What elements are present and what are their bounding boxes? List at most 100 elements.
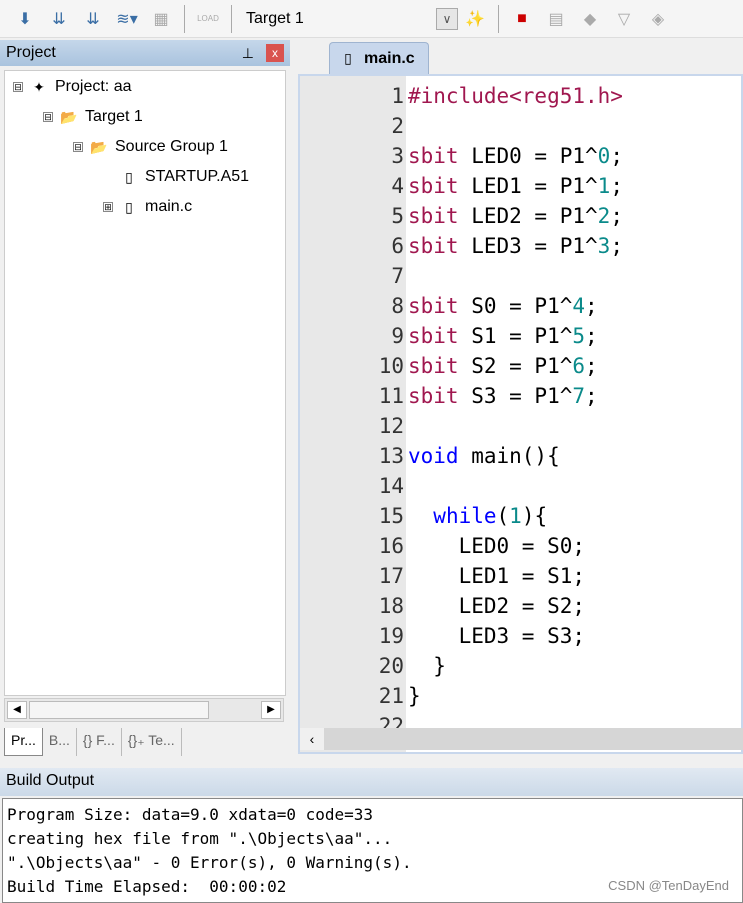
editor-horizontal-scrollbar[interactable]: ‹ <box>300 728 743 750</box>
project-tab[interactable]: {} F... <box>77 728 122 756</box>
line-number: 20 <box>378 654 404 678</box>
tree-item[interactable]: ▯ STARTUP.A51 <box>103 166 249 188</box>
line-number: 16 <box>378 534 404 558</box>
code-token: LED1 = S1; <box>408 564 586 588</box>
tree-item[interactable]: ⊟ 📂 Target 1 <box>43 106 143 128</box>
code-token: sbit <box>408 384 459 408</box>
manage-packs-icon[interactable]: ◆ <box>578 7 602 31</box>
code-text: while(1){ <box>408 501 547 531</box>
project-tab[interactable]: B... <box>43 728 77 756</box>
chevron-down-icon[interactable]: ∨ <box>436 7 458 30</box>
build-output-line: ".\Objects\aa" - 0 Error(s), 0 Warning(s… <box>7 853 412 872</box>
build-output-line: Program Size: data=9.0 xdata=0 code=33 <box>7 805 374 824</box>
code-token: sbit <box>408 294 459 318</box>
tree-item-label: Source Group 1 <box>115 138 228 155</box>
expander-icon[interactable]: ⊞ <box>103 202 113 212</box>
code-token: 3 <box>597 234 611 258</box>
code-editor[interactable]: 1 #include<reg51.h> 2 3 sbit LED0 = P1^0; 4 sb… <box>298 74 743 754</box>
code-token: S0 = P1^ <box>458 294 573 318</box>
code-token: S1 = P1^ <box>458 324 573 348</box>
filter-icon[interactable]: ▽ <box>612 7 636 31</box>
scroll-right-icon[interactable]: ▶ <box>261 701 281 719</box>
expander-icon[interactable]: ⊟ <box>13 82 23 92</box>
tree-item[interactable]: ⊞ ▯ main.c <box>103 196 192 218</box>
download-icon[interactable]: LOAD <box>196 7 220 31</box>
folder-icon: 📂 <box>90 138 108 155</box>
code-token: ; <box>610 234 623 258</box>
line-number: 17 <box>378 564 404 588</box>
scroll-left-icon[interactable]: ‹ <box>300 728 324 750</box>
tree-item-label: STARTUP.A51 <box>145 168 250 185</box>
select-pack-icon[interactable]: ▤ <box>544 7 568 31</box>
line-number: 9 <box>391 324 404 348</box>
code-token: LED2 = S2; <box>408 594 586 618</box>
line-number: 11 <box>378 384 404 408</box>
code-token: S2 = P1^ <box>458 354 573 378</box>
project-tab[interactable]: {}₊ Te... <box>122 728 182 756</box>
code-text: #include<reg51.h> <box>408 81 623 111</box>
divider <box>184 4 185 33</box>
stop-build-icon[interactable]: ▦ <box>149 7 173 31</box>
target-options-icon[interactable]: ✨ <box>463 7 487 31</box>
translate-icon[interactable]: ⬇ <box>13 7 37 31</box>
tree-item-label: main.c <box>145 198 193 215</box>
code-token: ){ <box>521 504 548 528</box>
code-line: 1 #include<reg51.h> <box>300 81 741 111</box>
code-token: LED1 = P1^ <box>458 174 598 198</box>
code-line: 18 LED2 = S2; <box>300 591 741 621</box>
code-line: 21} <box>300 681 741 711</box>
rebuild-icon[interactable]: ⇊ <box>81 7 105 31</box>
code-token: LED3 = P1^ <box>458 234 598 258</box>
project-icon: ✦ <box>33 78 45 95</box>
horizontal-scrollbar[interactable]: ◀ ▶ <box>4 698 284 722</box>
tree-item-label: Project: aa <box>55 78 132 95</box>
batch-build-icon[interactable]: ≋▾ <box>115 7 139 31</box>
expander-icon[interactable]: ⊟ <box>43 112 53 122</box>
code-line: 13 void main(){ <box>300 441 741 471</box>
scroll-left-icon[interactable]: ◀ <box>7 701 27 719</box>
build-icon[interactable]: ⇊ <box>47 7 71 31</box>
tab-main-c[interactable]: ▯ main.c <box>329 42 429 74</box>
line-number: 7 <box>391 264 404 288</box>
line-number: 1 <box>391 84 404 108</box>
line-number: 10 <box>378 354 404 378</box>
tree-item[interactable]: ⊟ ✦ Project: aa <box>13 76 131 98</box>
code-token: 5 <box>572 324 586 348</box>
toolbar: ⬇ ⇊ ⇊ ≋▾ ▦ LOAD Target 1 ∨ ✨ ■ ▤ ◆ ▽ ◈ <box>0 0 743 38</box>
code-token: ; <box>585 294 598 318</box>
code-line: 14 <box>300 471 741 501</box>
code-line: 9 sbit S1 = P1^5; <box>300 321 741 351</box>
code-token: LED0 = S0; <box>408 534 586 558</box>
target-select[interactable]: Target 1 <box>246 10 436 28</box>
code-token: ; <box>610 204 623 228</box>
code-token: } <box>408 654 446 678</box>
code-line: 5 sbit LED2 = P1^2; <box>300 201 741 231</box>
line-number: 3 <box>391 144 404 168</box>
code-line: 2 <box>300 111 741 141</box>
pin-icon[interactable]: ⊥ <box>242 45 254 62</box>
code-token: main(){ <box>458 444 560 468</box>
code-token: ; <box>585 354 598 378</box>
project-tree: ⊟ ✦ Project: aa ⊟ 📂 Target 1 ⊟ 📂 Source Group 1 ▯… <box>4 70 286 696</box>
code-text: LED1 = S1; <box>408 561 585 591</box>
manage-components-icon[interactable]: ■ <box>510 7 534 31</box>
code-token: while <box>433 504 497 528</box>
code-token: 1 <box>597 174 611 198</box>
code-token: } <box>408 684 421 708</box>
line-number: 14 <box>378 474 404 498</box>
code-line: 4 sbit LED1 = P1^1; <box>300 171 741 201</box>
code-token: 4 <box>572 294 586 318</box>
editor-panel: ▯ main.c 1 #include<reg51.h> 2 3 sbit LED0 =… <box>294 40 743 762</box>
expander-icon[interactable]: ⊟ <box>73 142 83 152</box>
tree-item[interactable]: ⊟ 📂 Source Group 1 <box>73 136 228 158</box>
code-token: ; <box>585 384 598 408</box>
code-token: #include<reg51.h> <box>408 84 623 108</box>
close-icon[interactable]: x <box>266 44 284 62</box>
project-tab[interactable]: Pr... <box>4 728 43 756</box>
code-text: sbit S1 = P1^5; <box>408 321 598 351</box>
pack-installer-icon[interactable]: ◈ <box>646 7 670 31</box>
target-icon: 📂 <box>60 108 78 125</box>
scroll-thumb[interactable] <box>29 701 209 719</box>
code-line: 3 sbit LED0 = P1^0; <box>300 141 741 171</box>
